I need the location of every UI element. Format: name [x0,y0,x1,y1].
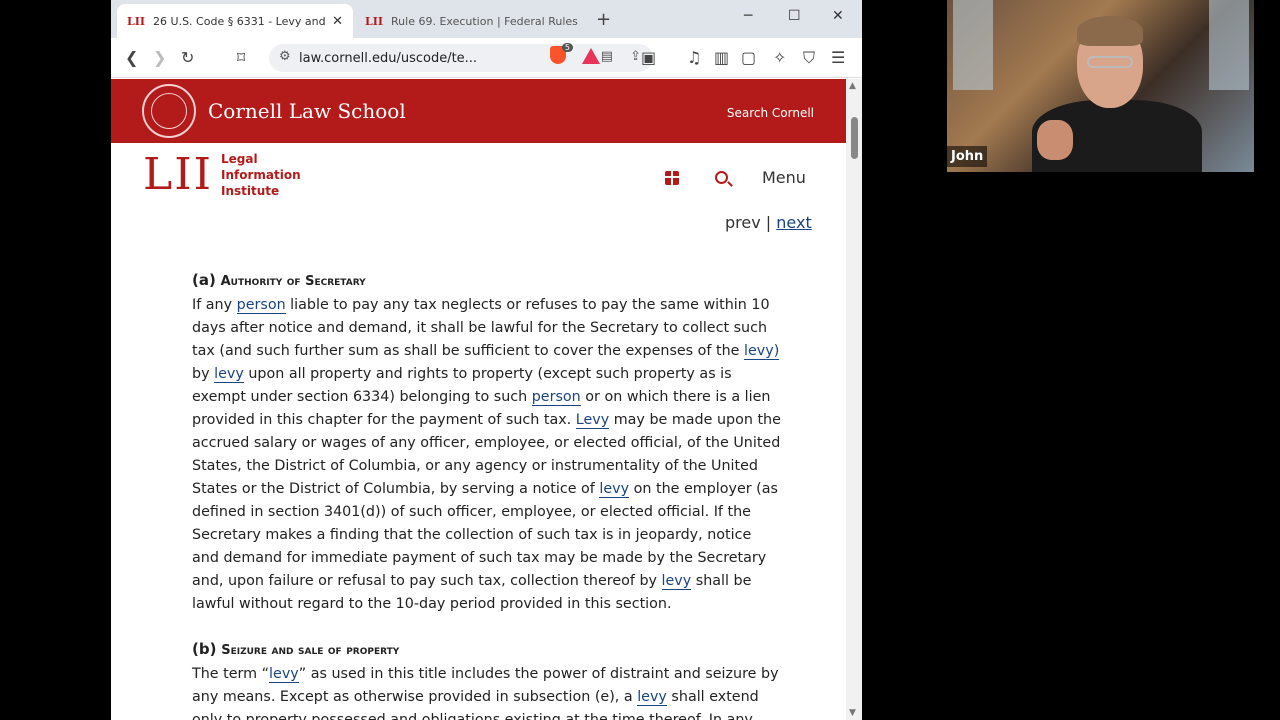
browser-toolbar: ❮ ❯ ↻ ⌑ ⚙ law.cornell.edu/uscode/te... ▤… [111,38,862,78]
wallet-icon[interactable]: ▣ [641,48,656,67]
page-scrollbar[interactable]: ▲ ▼ [846,79,862,720]
reload-icon[interactable]: ↻ [181,48,194,67]
definition-link-levy[interactable]: levy) [744,343,780,360]
hamburger-menu-icon[interactable]: ☰ [831,48,845,67]
site-info-icon[interactable]: ⚙ [279,49,291,64]
participant-name-label: John [947,146,988,167]
section-b-text: The term “levy” as used in this title in… [192,663,782,720]
prev-next-nav: prev | next [725,213,812,232]
media-icon[interactable]: ♫ [687,48,701,67]
background-window [1209,0,1249,90]
shield-count-badge: 5 [561,43,573,52]
presenter-hand [1037,120,1073,160]
next-link[interactable]: next [776,213,811,232]
share-icon[interactable]: ⇪ [630,49,641,64]
browser-window: LII 26 U.S. Code § 6331 - Levy and d ✕ L… [111,0,862,720]
minimize-button[interactable]: ─ [744,8,752,24]
scrollbar-thumb[interactable] [851,117,858,159]
definition-link-levy[interactable]: levy [599,481,630,498]
back-icon[interactable]: ❮ [125,48,138,67]
text-run: The term “ [192,666,270,682]
lii-name-line: Institute [221,184,280,198]
definition-link-levy[interactable]: levy [661,573,692,590]
section-a-text: If any person liable to pay any tax negl… [192,294,782,616]
search-cornell-link[interactable]: Search Cornell [727,106,814,120]
maximize-button[interactable]: ☐ [788,8,801,24]
close-window-button[interactable]: ✕ [832,8,844,24]
definition-link-levy[interactable]: levy [214,366,244,383]
gift-icon[interactable] [665,171,679,185]
forward-icon[interactable]: ❯ [153,48,166,67]
web-page: Cornell Law School Search Cornell LII Le… [111,79,846,720]
tab-bar: LII 26 U.S. Code § 6331 - Levy and d ✕ L… [111,0,862,38]
prev-link[interactable]: prev [725,213,761,232]
section-heading-text: Authority of Secretary [220,274,366,289]
definition-link-levy[interactable]: Levy [575,412,610,429]
lii-logo[interactable]: LII [143,153,213,197]
webcam-overlay: John [947,0,1254,172]
lii-name-line: Legal [221,152,258,166]
leo-ai-icon[interactable]: ✧ [773,48,786,67]
cornell-seal-icon[interactable] [142,84,196,138]
lii-name[interactable]: Legal Information Institute [221,151,301,199]
wallet-toolbar-icon[interactable]: ▢ [741,48,756,67]
statute-content: (a) Authority of Secretary If any person… [192,269,782,720]
scroll-down-icon[interactable]: ▼ [849,708,856,718]
definition-link-levy[interactable]: levy [269,666,299,683]
lii-favicon-icon: LII [127,14,146,28]
reader-mode-icon[interactable]: ▤ [601,49,613,64]
section-mark: (a) [192,271,216,289]
url-text: law.cornell.edu/uscode/te... [299,50,478,66]
presenter-hair [1077,16,1143,46]
section-heading-text: Seizure and sale of property [221,643,400,658]
lii-favicon-icon: LII [365,14,384,28]
brave-shield-icon[interactable]: 5 [550,43,573,66]
section-mark: (b) [192,640,217,658]
cornell-title[interactable]: Cornell Law School [208,99,406,123]
section-a-heading: (a) Authority of Secretary [192,269,782,293]
tab-rule-69[interactable]: LII Rule 69. Execution | Federal Rules o… [355,4,591,38]
menu-button[interactable]: Menu [762,168,806,187]
vpn-icon[interactable]: ⛉ [803,48,815,68]
definition-link-levy[interactable]: levy [637,689,667,706]
text-run: by [192,366,215,382]
close-tab-icon[interactable]: ✕ [332,14,343,29]
definition-link-person[interactable]: person [236,297,286,314]
background-window [953,0,993,90]
lii-name-line: Information [221,168,301,182]
tab-usc-6331[interactable]: LII 26 U.S. Code § 6331 - Levy and d ✕ [117,4,353,38]
presenter-glasses [1087,56,1133,68]
new-tab-button[interactable]: + [596,9,611,30]
scroll-up-icon[interactable]: ▲ [849,81,856,91]
sidebar-icon[interactable]: ▥ [714,48,729,67]
tab-title: 26 U.S. Code § 6331 - Levy and d [153,14,327,28]
section-b-heading: (b) Seizure and sale of property [192,638,782,662]
brave-rewards-icon[interactable] [582,48,600,64]
bookmark-icon[interactable]: ⌑ [237,48,245,67]
text-run: If any [192,297,237,313]
cornell-header: Cornell Law School Search Cornell [111,79,846,143]
definition-link-person[interactable]: person [531,389,581,406]
tab-title: Rule 69. Execution | Federal Rules of [391,14,581,28]
search-icon[interactable] [715,171,728,184]
nav-separator: | [765,213,772,232]
